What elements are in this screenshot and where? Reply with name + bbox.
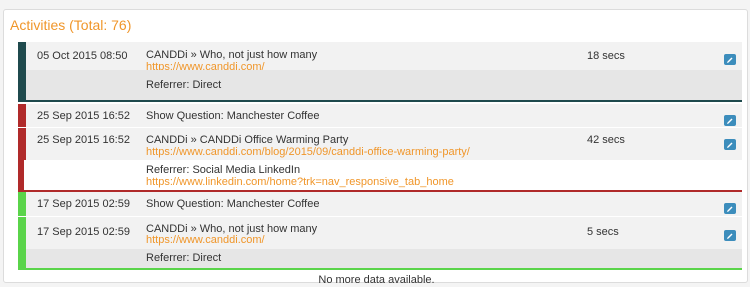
group-marker (18, 249, 26, 268)
activities-panel: Activities (Total: 76) 05 Oct 2015 08:50… (3, 9, 748, 286)
group-marker (18, 42, 26, 70)
referrer-row: Referrer: Social Media LinkedIn https://… (18, 160, 742, 190)
referrer-url-link[interactable]: https://www.linkedin.com/home?trk=nav_re… (146, 176, 454, 189)
edit-button[interactable] (724, 115, 736, 126)
group-marker (18, 70, 26, 100)
activity-date: 25 Sep 2015 16:52 (37, 134, 130, 146)
activity-url-link[interactable]: https://www.canddi.com/ (146, 234, 265, 247)
activity-date: 17 Sep 2015 02:59 (37, 198, 130, 210)
activity-row[interactable]: 17 Sep 2015 02:59 Show Question: Manches… (18, 192, 742, 216)
pencil-icon (727, 118, 733, 124)
activity-date: 05 Oct 2015 08:50 (37, 50, 128, 62)
no-more-data-message: No more data available. (318, 274, 435, 286)
group-divider (18, 268, 742, 270)
pencil-icon (727, 142, 733, 148)
activity-row[interactable]: 25 Sep 2015 16:52 Show Question: Manches… (18, 104, 742, 127)
edit-button[interactable] (724, 203, 736, 214)
group-marker (18, 160, 24, 190)
activity-date: 17 Sep 2015 02:59 (37, 226, 130, 238)
group-marker (18, 128, 26, 160)
activity-duration: 18 secs (587, 50, 625, 62)
referrer-row: Referrer: Direct (18, 70, 742, 100)
pencil-icon (727, 233, 733, 239)
activity-row[interactable]: 05 Oct 2015 08:50 CANDDi » Who, not just… (18, 42, 742, 73)
pencil-icon (727, 206, 733, 212)
activity-row[interactable]: 17 Sep 2015 02:59 CANDDi » Who, not just… (18, 217, 742, 249)
activity-title: Show Question: Manchester Coffee (146, 198, 320, 210)
activity-url-link[interactable]: https://www.canddi.com/blog/2015/09/cand… (146, 146, 470, 159)
group-marker (18, 192, 26, 216)
activity-duration: 42 secs (587, 134, 625, 146)
activity-title: Show Question: Manchester Coffee (146, 110, 320, 122)
panel-title: Activities (Total: 76) (10, 17, 132, 33)
pencil-icon (727, 57, 733, 63)
group-divider (18, 100, 742, 102)
group-marker (18, 217, 26, 249)
referrer-label: Referrer: Direct (146, 252, 222, 264)
edit-button[interactable] (724, 139, 736, 150)
activity-list[interactable]: 05 Oct 2015 08:50 CANDDi » Who, not just… (18, 38, 742, 270)
group-marker (18, 104, 26, 127)
activity-date: 25 Sep 2015 16:52 (37, 110, 130, 122)
activity-row[interactable]: 25 Sep 2015 16:52 CANDDi » CANDDi Office… (18, 128, 742, 160)
edit-button[interactable] (724, 54, 736, 65)
referrer-label: Referrer: Direct (146, 79, 222, 91)
activity-duration: 5 secs (587, 226, 619, 238)
referrer-row: Referrer: Direct (18, 249, 742, 268)
edit-button[interactable] (724, 230, 736, 241)
